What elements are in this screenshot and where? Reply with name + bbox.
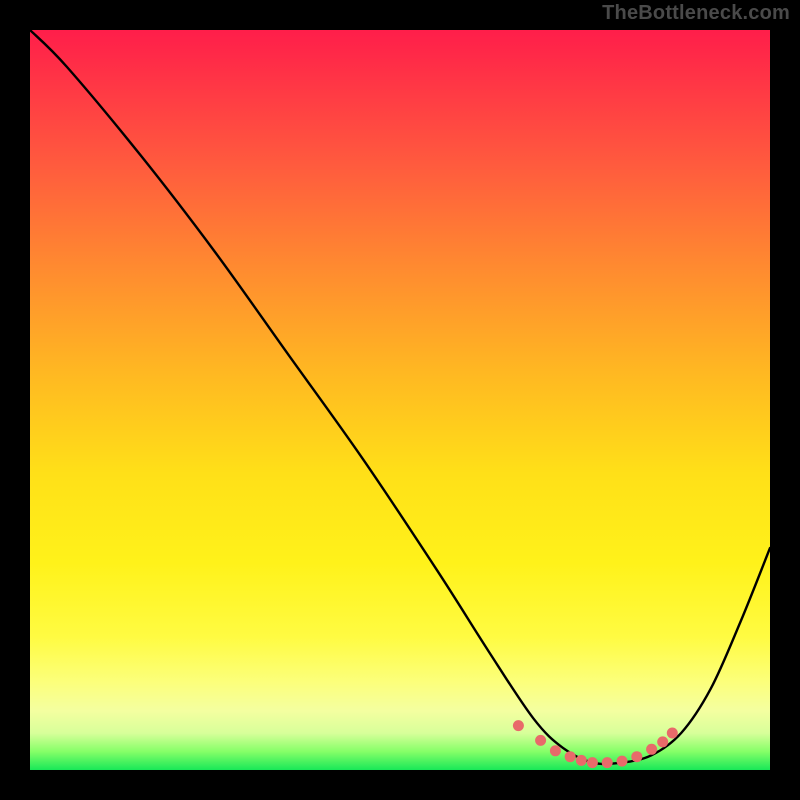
plot-area bbox=[30, 30, 770, 770]
chart-svg bbox=[30, 30, 770, 770]
chart-frame: TheBottleneck.com bbox=[0, 0, 800, 800]
optimal-range-dot bbox=[576, 755, 587, 766]
optimal-range-dot bbox=[565, 751, 576, 762]
optimal-range-dot bbox=[631, 751, 642, 762]
bottleneck-curve-line bbox=[30, 30, 770, 764]
optimal-range-dot bbox=[535, 735, 546, 746]
optimal-range-dot bbox=[513, 720, 524, 731]
watermark-text: TheBottleneck.com bbox=[602, 2, 790, 25]
optimal-range-dot bbox=[667, 728, 678, 739]
optimal-range-dot bbox=[617, 756, 628, 767]
optimal-range-dot bbox=[550, 745, 561, 756]
optimal-range-dot bbox=[657, 736, 668, 747]
optimal-range-dot bbox=[587, 757, 598, 768]
optimal-range-markers bbox=[513, 720, 678, 768]
optimal-range-dot bbox=[602, 757, 613, 768]
optimal-range-dot bbox=[646, 744, 657, 755]
